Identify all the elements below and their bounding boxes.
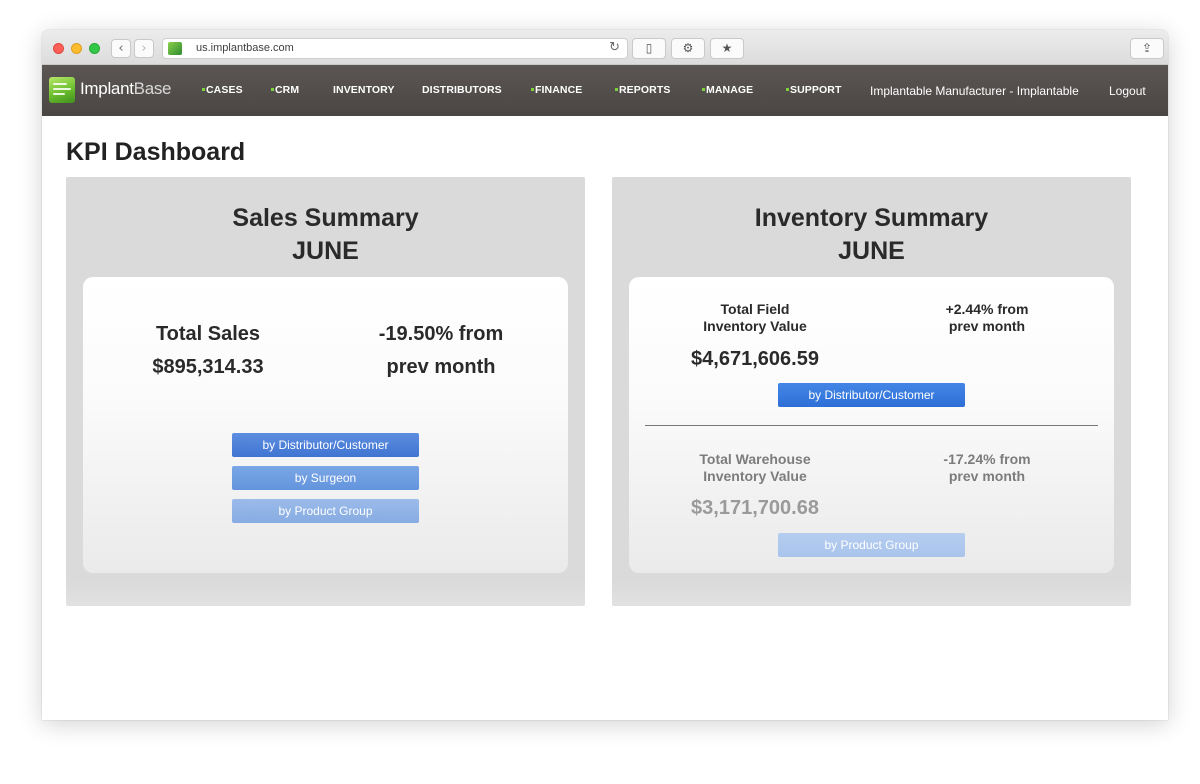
logout-link[interactable]: Logout xyxy=(1109,84,1146,98)
sales-change-caption: prev month xyxy=(386,356,496,378)
sales-by-product-group-button[interactable]: by Product Group xyxy=(232,499,419,523)
back-icon[interactable]: ‹ xyxy=(111,39,131,58)
user-account-link[interactable]: Implantable Manufacturer - Implantable xyxy=(870,84,1079,98)
inventory-summary-card: Total Field Inventory Value $4,671,606.5… xyxy=(629,277,1114,573)
inventory-summary-title: Inventory Summary xyxy=(754,204,989,232)
share-icon[interactable]: ⇪ xyxy=(1130,38,1164,59)
logo-mark-icon xyxy=(49,77,75,103)
field-inventory-label-line1: Total Field xyxy=(720,301,790,317)
nav-reports[interactable]: REPORTS xyxy=(615,84,670,96)
nav-finance[interactable]: FINANCE xyxy=(531,84,582,96)
close-window-icon[interactable] xyxy=(53,43,64,54)
sales-by-surgeon-button[interactable]: by Surgeon xyxy=(232,466,419,490)
sales-summary-title: Sales Summary xyxy=(232,204,419,232)
warehouse-inventory-label-line2: Inventory Value xyxy=(703,468,807,484)
nav-inventory[interactable]: INVENTORY xyxy=(333,84,395,96)
nav-distributors[interactable]: DISTRIBUTORS xyxy=(422,84,502,96)
logo-text: ImplantBase xyxy=(80,79,172,98)
warehouse-inventory-change-caption: prev month xyxy=(948,468,1026,484)
nav-crm[interactable]: CRM xyxy=(271,84,299,96)
url-text[interactable]: us.implantbase.com xyxy=(196,42,294,54)
field-inventory-change-caption: prev month xyxy=(948,318,1026,334)
sales-change-percent: -19.50% from xyxy=(378,323,504,345)
sales-summary-month: JUNE xyxy=(292,237,359,265)
sales-summary-card: Total Sales $895,314.33 -19.50% from pre… xyxy=(83,277,568,573)
warehouse-inventory-value: $3,171,700.68 xyxy=(691,497,819,519)
site-favicon-icon xyxy=(168,42,182,55)
minimize-window-icon[interactable] xyxy=(71,43,82,54)
inventory-summary-panel: Inventory Summary JUNE Total Field Inven… xyxy=(612,177,1131,606)
sales-summary-panel: Sales Summary JUNE Total Sales $895,314.… xyxy=(66,177,585,606)
page-title: KPI Dashboard xyxy=(66,138,246,166)
address-bar[interactable]: us.implantbase.com ↻ xyxy=(162,38,628,59)
gear-icon[interactable]: ⚙ xyxy=(671,38,705,59)
field-inventory-label-line2: Inventory Value xyxy=(703,318,807,334)
inventory-summary-month: JUNE xyxy=(838,237,905,265)
warehouse-inventory-by-product-group-button[interactable]: by Product Group xyxy=(778,533,965,557)
total-sales-value: $895,314.33 xyxy=(152,356,264,378)
browser-window: ‹ › us.implantbase.com ↻ ▯ ⚙ ★ ⇪ Implant… xyxy=(42,30,1168,720)
extension-star-icon[interactable]: ★ xyxy=(710,38,744,59)
field-inventory-value: $4,671,606.59 xyxy=(691,348,819,370)
nav-cases[interactable]: CASES xyxy=(202,84,243,96)
app-navbar: ImplantBase CASES CRM INVENTORY DISTRIBU… xyxy=(42,65,1168,116)
forward-icon[interactable]: › xyxy=(134,39,154,58)
warehouse-inventory-change-percent: -17.24% from xyxy=(943,451,1031,467)
field-inventory-change-percent: +2.44% from xyxy=(945,301,1029,317)
warehouse-inventory-label-line1: Total Warehouse xyxy=(699,451,811,467)
nav-manage[interactable]: MANAGE xyxy=(702,84,753,96)
browser-toolbar: ‹ › us.implantbase.com ↻ ▯ ⚙ ★ ⇪ xyxy=(42,30,1168,65)
total-sales-label: Total Sales xyxy=(155,323,261,345)
nav-support[interactable]: SUPPORT xyxy=(786,84,841,96)
sales-by-distributor-button[interactable]: by Distributor/Customer xyxy=(232,433,419,457)
sidebar-toggle-icon[interactable]: ▯ xyxy=(632,38,666,59)
field-inventory-by-distributor-button[interactable]: by Distributor/Customer xyxy=(778,383,965,407)
section-divider xyxy=(645,425,1098,426)
reload-icon[interactable]: ↻ xyxy=(609,40,620,55)
zoom-window-icon[interactable] xyxy=(89,43,100,54)
